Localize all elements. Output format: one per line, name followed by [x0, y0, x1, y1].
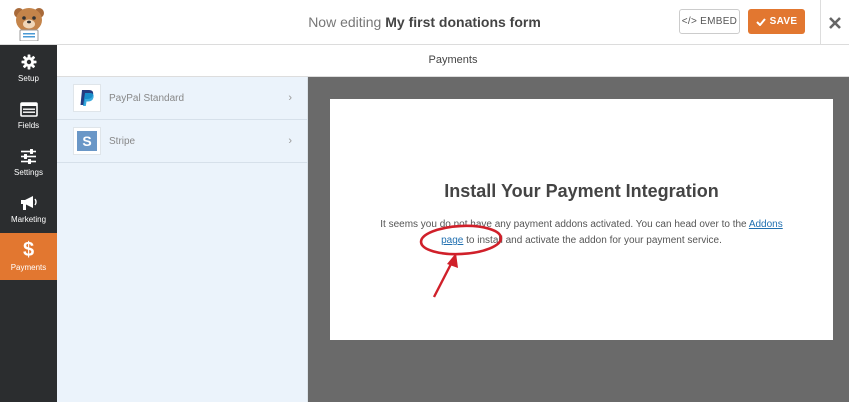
sidebar-item-label: Marketing	[10, 215, 47, 224]
builder-sidebar: Setup Fields Settings Marketing $ Paymen…	[0, 45, 57, 402]
dollar-icon: $	[22, 239, 35, 261]
stripe-icon: S	[73, 127, 101, 155]
gateway-item-paypal[interactable]: PayPal Standard ›	[57, 77, 308, 120]
gear-icon	[21, 54, 36, 70]
paypal-icon	[73, 84, 101, 112]
payment-gateway-list: PayPal Standard › S Stripe ›	[57, 77, 308, 402]
sidebar-item-label: Setup	[18, 74, 39, 83]
editing-prefix: Now editing	[308, 14, 382, 30]
sidebar-item-settings[interactable]: Settings	[0, 139, 57, 186]
sidebar-item-fields[interactable]: Fields	[0, 92, 57, 139]
notice-text-before: It seems you do not have any payment add…	[380, 219, 749, 230]
gateway-item-stripe[interactable]: S Stripe ›	[57, 120, 308, 163]
sidebar-item-label: Settings	[14, 167, 43, 177]
bear-mascot-icon	[13, 7, 44, 41]
notice-heading: Install Your Payment Integration	[444, 181, 719, 201]
save-button[interactable]: SAVE	[748, 9, 805, 34]
sidebar-item-label: Payments	[10, 263, 47, 272]
megaphone-icon	[20, 196, 37, 210]
top-bar: Now editing My first donations form </> …	[0, 0, 849, 45]
sidebar-item-marketing[interactable]: Marketing	[0, 186, 57, 233]
wpforms-logo	[0, 0, 57, 45]
embed-button[interactable]: </> EMBED	[679, 9, 740, 34]
close-icon	[829, 16, 841, 29]
checkmark-icon	[755, 17, 766, 26]
sidebar-item-payments[interactable]: $ Payments	[0, 233, 57, 280]
fields-icon	[19, 101, 38, 117]
save-label: SAVE	[769, 16, 798, 27]
panel-header: Payments	[57, 45, 849, 77]
notice-text: It seems you do not have any payment add…	[370, 217, 793, 249]
sliders-icon	[21, 148, 36, 164]
gateway-label: PayPal Standard	[109, 93, 185, 104]
close-button[interactable]	[820, 0, 849, 45]
form-name: My first donations form	[385, 14, 541, 30]
notice-text-after: to install and activate the addon for yo…	[463, 235, 722, 246]
payment-notice-card: Install Your Payment Integration It seem…	[330, 99, 833, 340]
sidebar-item-setup[interactable]: Setup	[0, 45, 57, 92]
chevron-right-icon: ›	[288, 92, 292, 104]
chevron-right-icon: ›	[288, 135, 292, 147]
code-icon: </>	[681, 16, 698, 27]
panel-title: Payments	[428, 54, 478, 66]
sidebar-item-label: Fields	[17, 120, 40, 130]
embed-label: EMBED	[700, 16, 738, 27]
gateway-label: Stripe	[109, 136, 136, 147]
